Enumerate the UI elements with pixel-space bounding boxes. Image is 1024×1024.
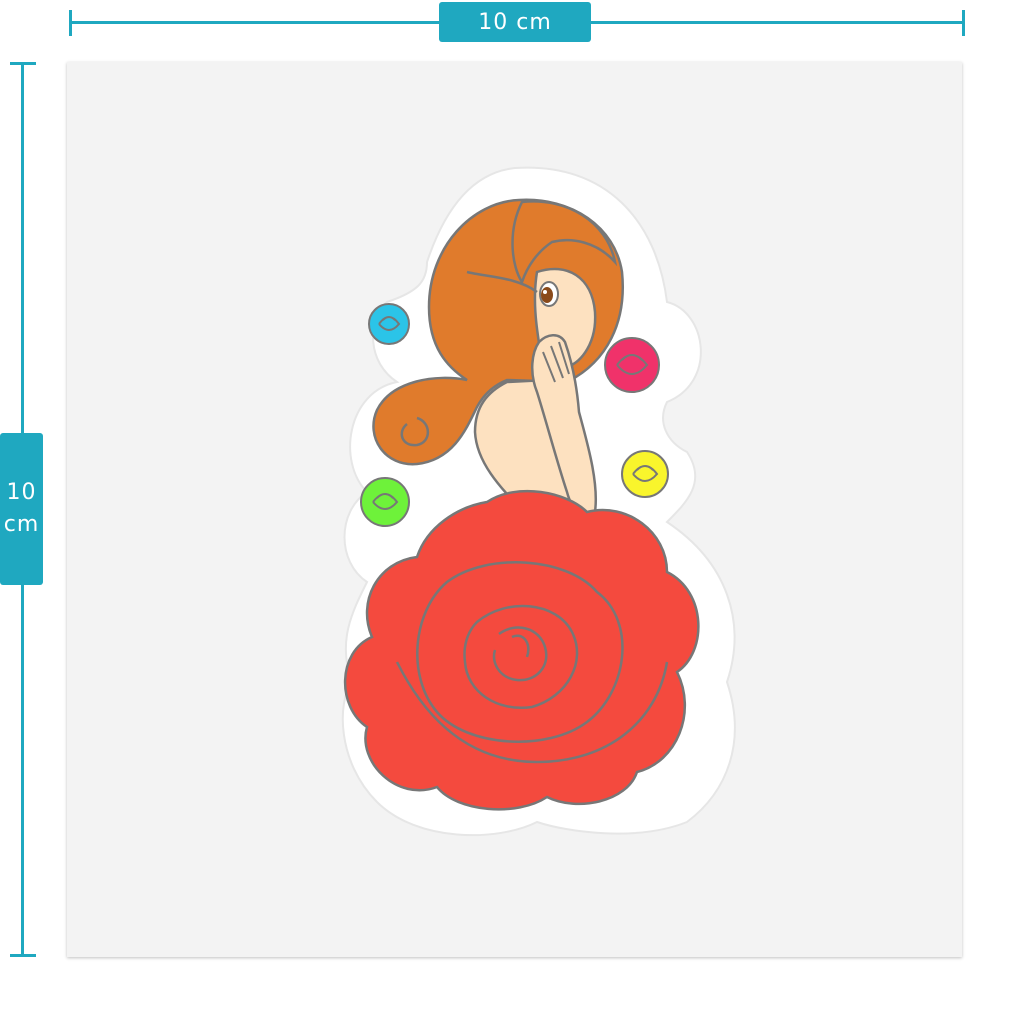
pink-rose-icon	[604, 337, 660, 393]
width-label: 10 cm	[478, 9, 552, 35]
width-label-badge: 10 cm	[439, 2, 591, 42]
height-label-number: 10	[6, 480, 37, 505]
height-dimension-tick-top	[10, 62, 36, 65]
width-dimension-tick-right	[962, 10, 965, 36]
width-dimension-tick-left	[69, 10, 72, 36]
height-label-unit: cm	[3, 512, 40, 537]
yellow-rose-icon	[621, 450, 669, 498]
sticker-sheet	[67, 62, 962, 957]
height-dimension-tick-bottom	[10, 954, 36, 957]
blue-rose-icon	[368, 303, 410, 345]
rose-dress-girl-sticker-icon	[341, 166, 736, 837]
green-rose-icon	[360, 477, 410, 527]
height-label-badge: 10 cm	[0, 433, 43, 585]
